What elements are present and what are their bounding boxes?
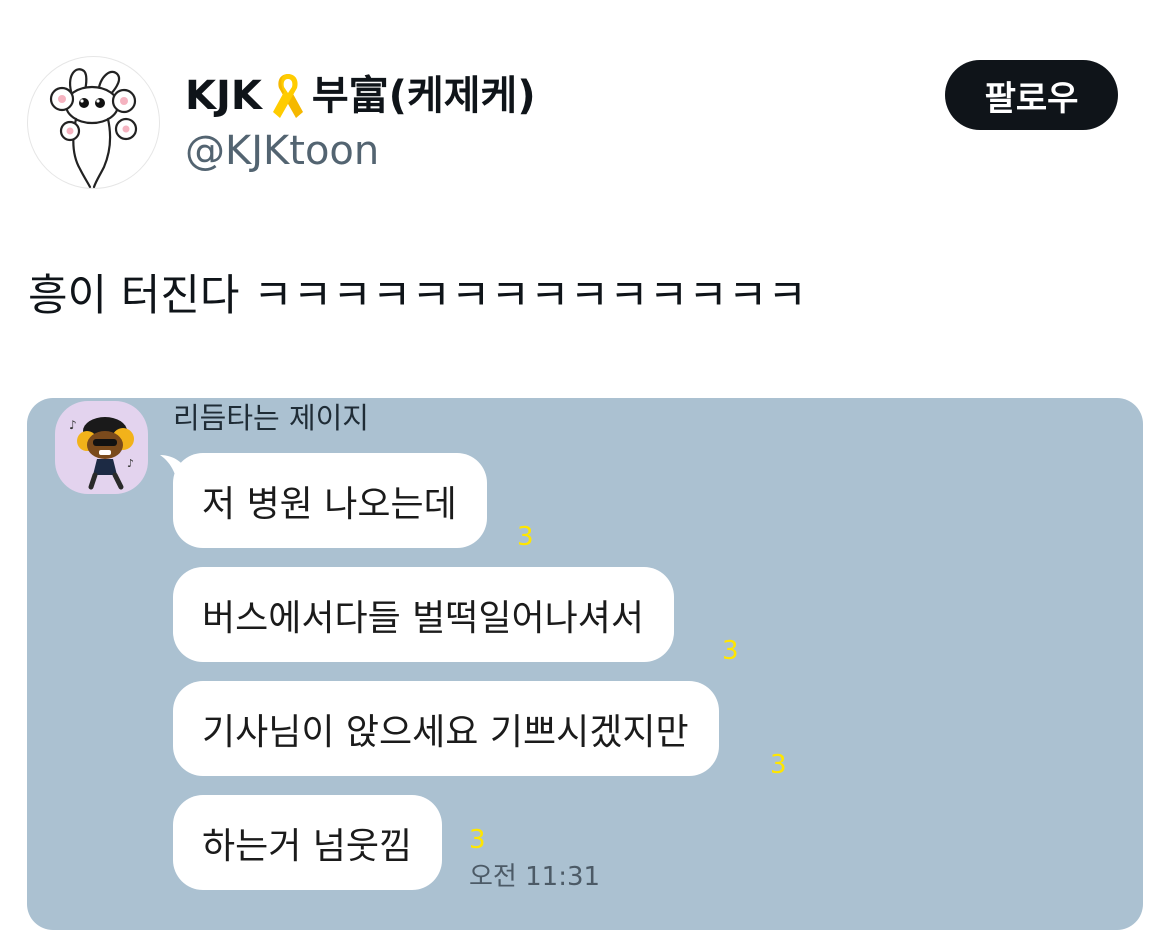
svg-text:♪: ♪ <box>127 457 134 470</box>
author-handle[interactable]: @KJKtoon <box>185 126 379 176</box>
yellow-ribbon-icon <box>268 70 308 122</box>
dancing-character-icon: ♪ ♪ <box>69 417 134 490</box>
chat-message-bubble[interactable]: 하는거 넘웃낌 <box>173 795 443 890</box>
chat-message-bubble[interactable]: 기사님이 앉으세요 기쁘시겠지만 <box>173 681 719 776</box>
author-name-prefix: KJK <box>185 73 262 119</box>
chat-sender-name: 리듬타는 제이지 <box>173 401 369 435</box>
sender-avatar: ♪ ♪ <box>55 401 148 494</box>
bunny-cartoon-icon <box>49 68 138 188</box>
unread-count: 3 <box>722 636 739 666</box>
author-avatar[interactable] <box>27 56 160 189</box>
chat-message-bubble[interactable]: 저 병원 나오는데 <box>173 453 487 548</box>
follow-button[interactable]: 팔로우 <box>945 60 1118 130</box>
svg-text:♪: ♪ <box>69 418 77 432</box>
chat-message-bubble[interactable]: 버스에서다들 벌떡일어나셔서 <box>173 567 675 662</box>
unread-count: 3 <box>517 522 534 552</box>
tweet-media-image[interactable]: ♪ ♪ 리듬타는 제이지 저 병원 나오는데 3 버스에서다들 벌떡일어나셔서 … <box>27 398 1143 930</box>
message-timestamp: 오전 11:31 <box>469 862 601 892</box>
tweet-text: 흥이 터진다 ㅋㅋㅋㅋㅋㅋㅋㅋㅋㅋㅋㅋㅋㅋ <box>28 271 807 321</box>
unread-count: 3 <box>469 825 486 855</box>
tweet-view: KJK 부富(케제케) @KJKtoon 팔로우 흥이 터진다 ㅋㅋㅋㅋㅋㅋㅋㅋ… <box>0 0 1170 945</box>
author-display-name[interactable]: KJK 부富(케제케) <box>185 70 536 122</box>
author-name-suffix: 부富(케제케) <box>311 73 536 119</box>
unread-count: 3 <box>770 750 787 780</box>
